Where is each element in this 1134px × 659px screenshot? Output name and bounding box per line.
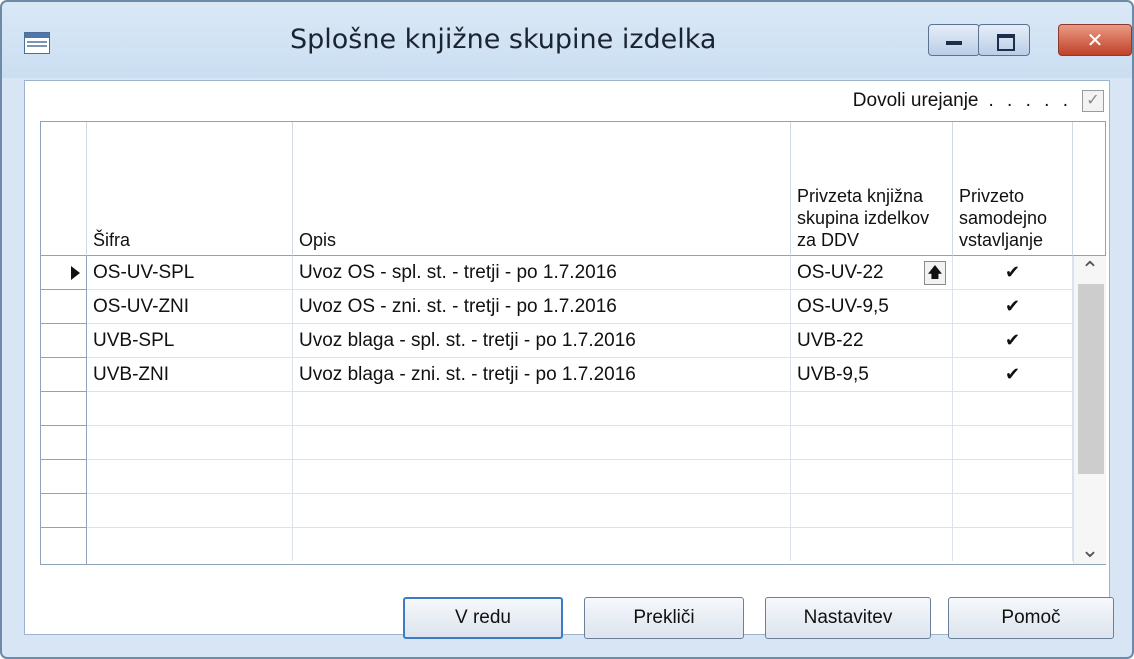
description-cell[interactable] bbox=[293, 460, 791, 493]
scroll-down-icon[interactable]: ⌄ bbox=[1074, 536, 1106, 564]
code-cell[interactable] bbox=[87, 494, 293, 527]
title-bar[interactable]: Splošne knjižne skupine izdelka ✕ bbox=[2, 2, 1132, 78]
empty-row[interactable] bbox=[41, 392, 1073, 426]
description-cell[interactable] bbox=[293, 494, 791, 527]
description-cell[interactable] bbox=[293, 392, 791, 425]
posting-groups-grid: Šifra Opis Privzeta knjižna skupina izde… bbox=[40, 121, 1106, 565]
current-row-icon bbox=[71, 266, 80, 280]
minimize-icon bbox=[946, 41, 962, 45]
empty-row[interactable] bbox=[41, 426, 1073, 460]
code-cell[interactable] bbox=[87, 460, 293, 493]
description-cell[interactable]: Uvoz blaga - zni. st. - tretji - po 1.7.… bbox=[293, 358, 791, 391]
empty-row[interactable] bbox=[41, 528, 1073, 564]
allow-edit-checkbox[interactable]: ✓ bbox=[1082, 90, 1104, 112]
maximize-button[interactable] bbox=[978, 24, 1030, 56]
auto-insert-checkbox[interactable]: ✔ bbox=[953, 358, 1073, 391]
empty-row[interactable] bbox=[41, 494, 1073, 528]
allow-edit-dots: . . . . . bbox=[988, 90, 1072, 111]
scroll-header bbox=[1073, 122, 1105, 256]
code-cell[interactable] bbox=[87, 528, 293, 561]
allow-edit-row: Dovoli urejanje . . . . . ✓ bbox=[853, 88, 1104, 114]
auto-insert-checkbox[interactable] bbox=[953, 528, 1073, 561]
auto-insert-checkbox[interactable] bbox=[953, 426, 1073, 459]
description-cell[interactable]: Uvoz OS - zni. st. - tretji - po 1.7.201… bbox=[293, 290, 791, 323]
vat-group-value[interactable]: OS-UV-22 bbox=[797, 262, 884, 283]
scroll-thumb[interactable] bbox=[1078, 284, 1104, 474]
minimize-button[interactable] bbox=[928, 24, 980, 56]
vat-group-cell[interactable] bbox=[791, 494, 953, 527]
row-selector[interactable] bbox=[41, 494, 87, 528]
vat-group-cell[interactable] bbox=[791, 426, 953, 459]
auto-insert-checkbox[interactable]: ✔ bbox=[953, 290, 1073, 323]
cancel-button[interactable]: Prekliči bbox=[584, 597, 744, 639]
table-row[interactable]: UVB-SPL Uvoz blaga - spl. st. - tretji -… bbox=[41, 324, 1073, 358]
code-cell[interactable]: UVB-SPL bbox=[87, 324, 293, 357]
auto-insert-checkbox[interactable]: ✔ bbox=[953, 256, 1073, 289]
auto-insert-checkbox[interactable] bbox=[953, 460, 1073, 493]
row-selector[interactable] bbox=[41, 460, 87, 494]
selector-header bbox=[41, 122, 87, 256]
column-header-auto-insert[interactable]: Privzeto samodejno vstavljanje bbox=[953, 122, 1073, 256]
help-button[interactable]: Pomoč bbox=[948, 597, 1114, 639]
vat-group-cell[interactable]: OS-UV-22 🡅 bbox=[791, 256, 953, 289]
table-row[interactable]: OS-UV-ZNI Uvoz OS - zni. st. - tretji - … bbox=[41, 290, 1073, 324]
description-cell[interactable]: Uvoz OS - spl. st. - tretji - po 1.7.201… bbox=[293, 256, 791, 289]
auto-insert-checkbox[interactable] bbox=[953, 392, 1073, 425]
lookup-icon[interactable]: 🡅 bbox=[924, 261, 946, 285]
vat-group-cell[interactable] bbox=[791, 528, 953, 561]
vertical-scrollbar[interactable]: ⌃ ⌄ bbox=[1073, 256, 1106, 564]
column-header-description[interactable]: Opis bbox=[293, 122, 791, 256]
auto-insert-checkbox[interactable]: ✔ bbox=[953, 324, 1073, 357]
setup-button[interactable]: Nastavitev bbox=[765, 597, 931, 639]
vat-group-cell[interactable]: UVB-9,5 bbox=[791, 358, 953, 391]
row-selector[interactable] bbox=[41, 392, 87, 426]
description-cell[interactable] bbox=[293, 426, 791, 459]
maximize-icon bbox=[997, 34, 1015, 51]
vat-group-cell[interactable] bbox=[791, 460, 953, 493]
close-button[interactable]: ✕ bbox=[1058, 24, 1132, 56]
row-selector[interactable] bbox=[41, 528, 87, 564]
window-title: Splošne knjižne skupine izdelka bbox=[290, 24, 717, 55]
code-cell[interactable]: UVB-ZNI bbox=[87, 358, 293, 391]
column-header-vat-group[interactable]: Privzeta knjižna skupina izdelkov za DDV bbox=[791, 122, 953, 256]
ok-button[interactable]: V redu bbox=[403, 597, 563, 639]
table-row[interactable]: OS-UV-SPL Uvoz OS - spl. st. - tretji - … bbox=[41, 256, 1073, 290]
table-app-icon[interactable] bbox=[24, 32, 50, 54]
column-header-code[interactable]: Šifra bbox=[87, 122, 293, 256]
scroll-up-icon[interactable]: ⌃ bbox=[1074, 256, 1106, 284]
vat-group-cell[interactable] bbox=[791, 392, 953, 425]
code-cell[interactable] bbox=[87, 392, 293, 425]
code-cell[interactable]: OS-UV-ZNI bbox=[87, 290, 293, 323]
close-icon: ✕ bbox=[1086, 28, 1104, 52]
auto-insert-checkbox[interactable] bbox=[953, 494, 1073, 527]
row-selector[interactable] bbox=[41, 358, 87, 392]
empty-row[interactable] bbox=[41, 460, 1073, 494]
code-cell[interactable]: OS-UV-SPL bbox=[87, 256, 293, 289]
row-selector[interactable] bbox=[41, 324, 87, 358]
vat-group-cell[interactable]: UVB-22 bbox=[791, 324, 953, 357]
description-cell[interactable] bbox=[293, 528, 791, 561]
allow-edit-label: Dovoli urejanje bbox=[852, 90, 979, 111]
row-selector[interactable] bbox=[41, 256, 87, 290]
row-selector[interactable] bbox=[41, 290, 87, 324]
table-row[interactable]: UVB-ZNI Uvoz blaga - zni. st. - tretji -… bbox=[41, 358, 1073, 392]
code-cell[interactable] bbox=[87, 426, 293, 459]
description-cell[interactable]: Uvoz blaga - spl. st. - tretji - po 1.7.… bbox=[293, 324, 791, 357]
row-selector[interactable] bbox=[41, 426, 87, 460]
vat-group-cell[interactable]: OS-UV-9,5 bbox=[791, 290, 953, 323]
